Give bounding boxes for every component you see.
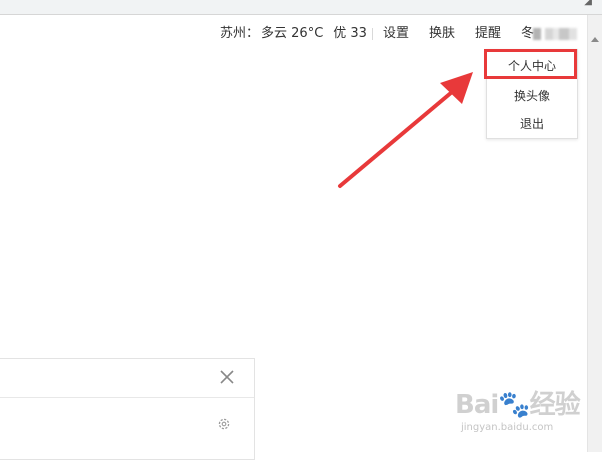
browser-toolbar-strip: ◢ <box>0 0 602 15</box>
weather-widget[interactable]: 苏州： 多云 26°C 优 33 <box>220 25 369 43</box>
highlight-annotation-box <box>484 49 577 79</box>
nav-separator <box>372 28 373 40</box>
username-redacted <box>533 28 577 40</box>
reminder-link[interactable]: 提醒 <box>475 25 501 43</box>
skin-link[interactable]: 换肤 <box>429 25 455 43</box>
annotation-arrow-shaft <box>338 90 454 188</box>
menu-item-change-avatar[interactable]: 换头像 <box>487 85 577 107</box>
watermark-url: jingyan.baidu.com <box>461 422 554 433</box>
user-account-menu[interactable]: 冬 <box>521 25 579 43</box>
weather-city: 苏州： <box>220 26 260 41</box>
settings-link[interactable]: 设置 <box>383 25 409 43</box>
menu-item-logout[interactable]: 退出 <box>487 113 577 135</box>
air-quality: 优 33 <box>333 26 367 41</box>
gear-icon[interactable] <box>217 417 231 431</box>
panel-divider <box>0 397 254 398</box>
toolbar-corner-icon: ◢ <box>584 0 592 7</box>
vertical-scrollbar[interactable] <box>587 15 602 452</box>
annotation-arrow-head <box>440 72 473 104</box>
weather-condition: 多云 26°C <box>261 26 324 41</box>
content-panel <box>0 358 255 460</box>
watermark-logo: Bai🐾经验 <box>455 390 581 420</box>
baidu-jingyan-watermark: Bai🐾经验 jingyan.baidu.com <box>455 384 585 440</box>
close-icon[interactable] <box>219 369 235 385</box>
scroll-up-arrow-icon[interactable] <box>591 37 599 42</box>
